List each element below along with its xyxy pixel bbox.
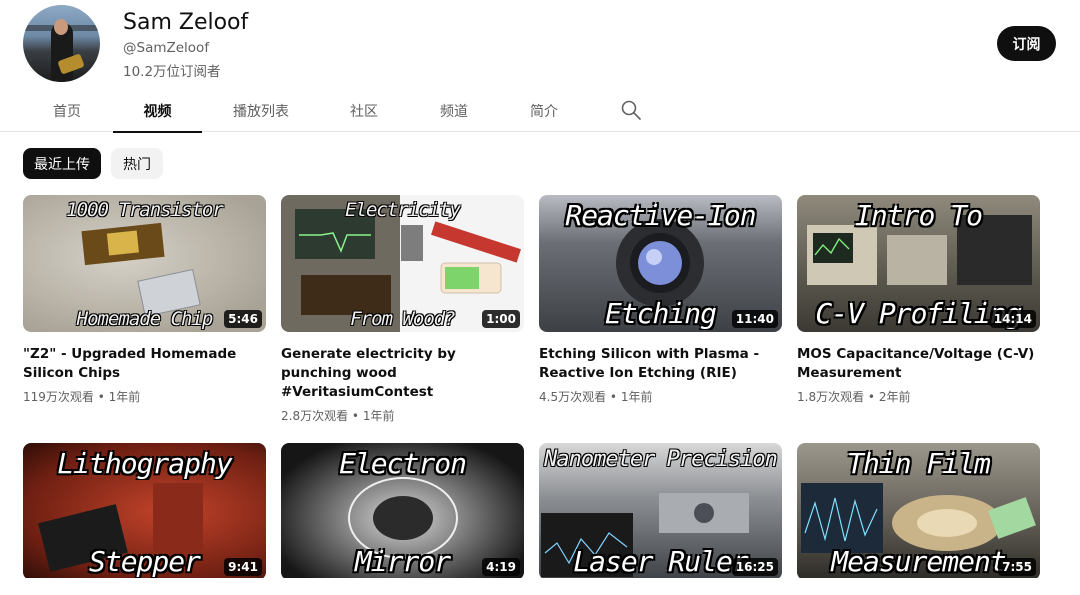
- video-title[interactable]: MOS Capacitance/Voltage (C-V) Measuremen…: [797, 345, 1040, 383]
- video-card: Electricity From Wood? 1:00 Generate ele…: [281, 195, 524, 424]
- video-card: Thin Film Measurement 7:55: [797, 443, 1040, 580]
- video-meta: 119万次观看 • 1年前: [23, 388, 266, 405]
- subscriber-count: 10.2万位订阅者: [123, 64, 221, 80]
- thumbnail-title-top: Electron: [339, 447, 467, 480]
- channel-header: Sam Zeloof @SamZeloof 10.2万位订阅者 订阅: [0, 0, 1080, 90]
- video-card: Lithography Stepper 9:41: [23, 443, 266, 580]
- view-count: 119万次观看: [23, 390, 94, 404]
- video-thumbnail[interactable]: Thin Film Measurement 7:55: [797, 443, 1040, 580]
- video-duration: 16:25: [731, 558, 778, 576]
- avatar-face-decor: [54, 19, 68, 35]
- video-thumbnail[interactable]: Reactive-Ion Etching 11:40: [539, 195, 782, 332]
- video-card: Electron Mirror 4:19: [281, 443, 524, 580]
- video-title[interactable]: Etching Silicon with Plasma - Reactive I…: [539, 345, 782, 383]
- video-card: Nanometer Precision Laser Ruler 16:25: [539, 443, 782, 580]
- thumbnail-title-top: Electricity: [345, 199, 461, 221]
- video-thumbnail[interactable]: 1000 Transistor Homemade Chip 5:46: [23, 195, 266, 332]
- meta-separator: •: [867, 390, 875, 404]
- video-meta: 2.8万次观看 • 1年前: [281, 407, 524, 424]
- chip-popular[interactable]: 热门: [111, 148, 163, 179]
- view-count: 2.8万次观看: [281, 409, 349, 423]
- video-meta: 4.5万次观看 • 1年前: [539, 388, 782, 405]
- thumbnail-title-top: Nanometer Precision: [544, 447, 778, 472]
- video-thumbnail[interactable]: Electricity From Wood? 1:00: [281, 195, 524, 332]
- subscribe-button[interactable]: 订阅: [997, 26, 1056, 61]
- video-duration: 7:55: [998, 558, 1036, 576]
- video-thumbnail[interactable]: Lithography Stepper 9:41: [23, 443, 266, 580]
- video-thumbnail[interactable]: Intro To C-V Profiling 14:14: [797, 195, 1040, 332]
- view-count: 1.8万次观看: [797, 390, 865, 404]
- upload-age: 1年前: [108, 390, 141, 404]
- thumbnail-title-top: Intro To: [855, 199, 983, 232]
- meta-separator: •: [609, 390, 617, 404]
- video-duration: 11:40: [731, 310, 778, 328]
- upload-age: 1年前: [620, 390, 653, 404]
- thumbnail-title-top: Reactive-Ion: [565, 199, 756, 232]
- tab-about[interactable]: 简介: [518, 90, 570, 132]
- meta-separator: •: [97, 390, 105, 404]
- thumbnail-title-top: Lithography: [57, 447, 232, 480]
- viewport-bottom-edge: [0, 578, 1080, 595]
- video-duration: 4:19: [482, 558, 520, 576]
- channel-name: Sam Zeloof: [123, 10, 249, 35]
- video-meta: 1.8万次观看 • 2年前: [797, 388, 1040, 405]
- video-title[interactable]: "Z2" - Upgraded Homemade Silicon Chips: [23, 345, 266, 383]
- search-icon[interactable]: [620, 99, 642, 121]
- channel-avatar[interactable]: [23, 5, 100, 82]
- video-duration: 9:41: [224, 558, 262, 576]
- upload-age: 1年前: [362, 409, 395, 423]
- video-thumbnail[interactable]: Nanometer Precision Laser Ruler 16:25: [539, 443, 782, 580]
- tab-home[interactable]: 首页: [41, 90, 93, 132]
- channel-handle: @SamZeloof: [123, 40, 210, 56]
- channel-tabs: 首页 视频 播放列表 社区 频道 简介: [0, 90, 1080, 133]
- tab-videos[interactable]: 视频: [113, 90, 202, 133]
- video-card: Intro To C-V Profiling 14:14 MOS Capacit…: [797, 195, 1040, 405]
- upload-age: 2年前: [878, 390, 911, 404]
- view-count: 4.5万次观看: [539, 390, 607, 404]
- video-thumbnail[interactable]: Electron Mirror 4:19: [281, 443, 524, 580]
- thumbnail-title-top: Thin Film: [847, 447, 991, 480]
- tab-community[interactable]: 社区: [338, 90, 390, 132]
- meta-separator: •: [351, 409, 359, 423]
- video-card: Reactive-Ion Etching 11:40 Etching Silic…: [539, 195, 782, 405]
- tab-channels[interactable]: 频道: [428, 90, 480, 132]
- chip-latest[interactable]: 最近上传: [23, 148, 101, 179]
- video-title[interactable]: Generate electricity by punching wood #V…: [281, 345, 524, 402]
- video-duration: 1:00: [482, 310, 520, 328]
- video-duration: 5:46: [224, 310, 262, 328]
- tab-playlists[interactable]: 播放列表: [222, 90, 300, 132]
- thumbnail-title-top: 1000 Transistor: [66, 199, 224, 221]
- video-duration: 14:14: [989, 310, 1036, 328]
- video-card: 1000 Transistor Homemade Chip 5:46 "Z2" …: [23, 195, 266, 405]
